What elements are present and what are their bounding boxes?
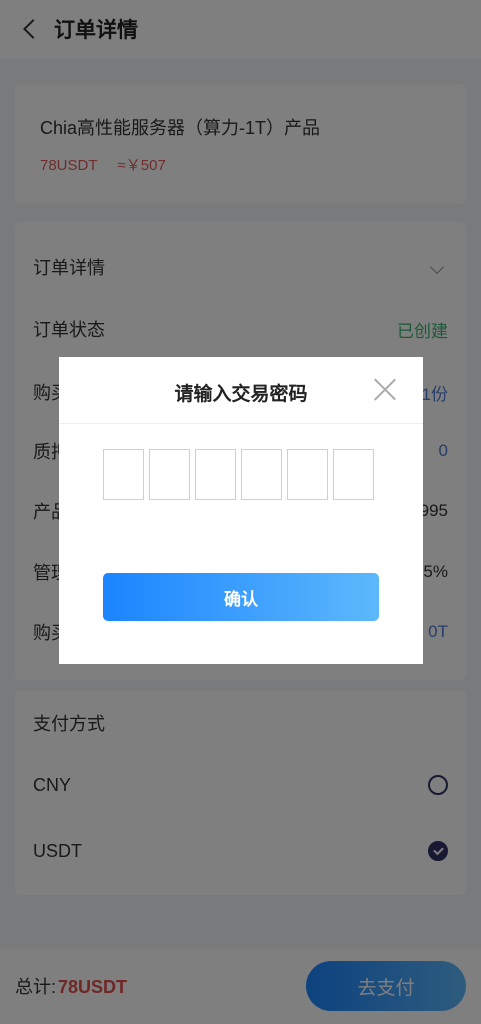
close-icon[interactable] — [373, 377, 397, 401]
pin-cell[interactable] — [103, 449, 144, 500]
modal-title: 请输入交易密码 — [174, 384, 308, 405]
pin-cell[interactable] — [287, 449, 328, 500]
pin-cell[interactable] — [241, 449, 282, 500]
modal-divider — [59, 423, 423, 424]
pin-cell[interactable] — [149, 449, 190, 500]
password-modal: 请输入交易密码 确认 — [59, 357, 423, 664]
pin-input[interactable] — [103, 449, 374, 500]
pin-cell[interactable] — [333, 449, 374, 500]
pin-cell[interactable] — [195, 449, 236, 500]
confirm-button[interactable]: 确认 — [103, 573, 379, 621]
